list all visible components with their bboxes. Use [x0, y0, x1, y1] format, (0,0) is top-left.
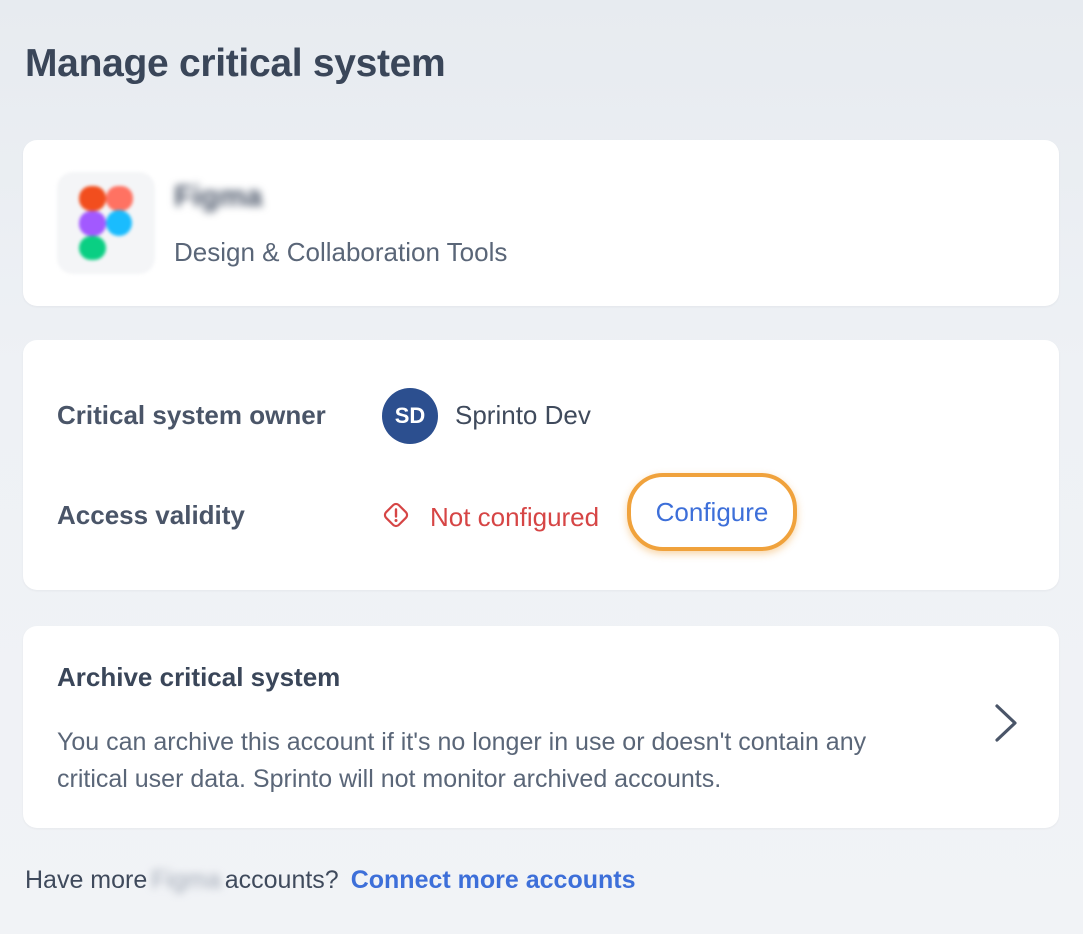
page-title: Manage critical system: [25, 42, 446, 85]
figma-logo-icon: [57, 172, 155, 274]
archive-card[interactable]: Archive critical system You can archive …: [23, 626, 1059, 828]
footer-suffix: accounts?: [224, 866, 339, 894]
chevron-right-icon[interactable]: [991, 700, 1021, 746]
archive-description: You can archive this account if it's no …: [57, 728, 867, 793]
connect-more-accounts-link[interactable]: Connect more accounts: [351, 866, 636, 894]
access-validity-label: Access validity: [57, 500, 245, 530]
system-details-card: Critical system owner SD Sprinto Dev Acc…: [23, 340, 1059, 590]
app-category: Design & Collaboration Tools: [174, 237, 508, 267]
archive-title: Archive critical system: [57, 662, 341, 692]
footer-prefix: Have more: [25, 866, 148, 894]
configure-button[interactable]: Configure: [627, 473, 797, 551]
avatar: SD: [382, 388, 438, 444]
owner-name: Sprinto Dev: [455, 400, 591, 430]
owner-label: Critical system owner: [57, 400, 326, 430]
warning-diamond-icon: [383, 502, 409, 528]
app-card: Figma Design & Collaboration Tools: [23, 140, 1059, 306]
footer: Have more Figma accounts? Connect more acco…: [25, 866, 635, 895]
footer-app-name: Figma: [151, 866, 221, 894]
validity-status: Not configured: [430, 502, 600, 532]
configure-link[interactable]: Configure: [656, 497, 769, 528]
app-name: Figma: [174, 180, 263, 213]
